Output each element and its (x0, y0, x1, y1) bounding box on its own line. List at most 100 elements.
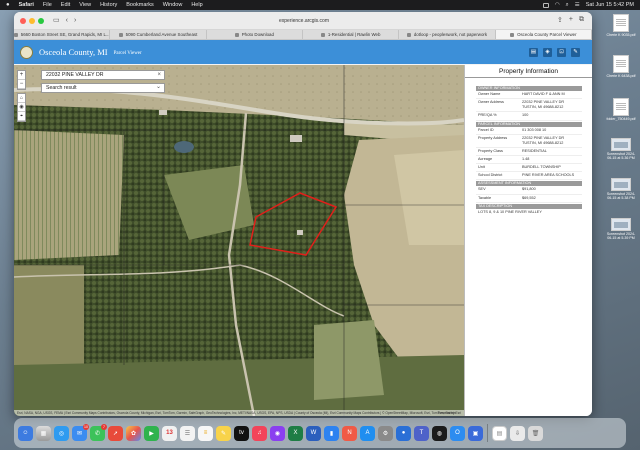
address-bar[interactable]: experience.arcgis.com (234, 16, 374, 26)
field-value: TUSTIN, MI 49688-8212 (522, 140, 564, 145)
search-result-dropdown[interactable]: Search result ⌄ (41, 83, 165, 93)
system-settings-icon[interactable]: ⚙ (378, 425, 393, 441)
outlook-icon[interactable]: O (450, 425, 465, 441)
screenshot-file-icon (611, 138, 631, 151)
clear-search-icon[interactable]: × (157, 71, 161, 80)
facetime-icon[interactable]: ▶ (144, 425, 159, 441)
news-icon[interactable]: N (342, 425, 357, 441)
menu-view[interactable]: View (79, 2, 91, 8)
screenshot-file-icon (611, 218, 631, 231)
calendar-icon[interactable]: 13 (162, 425, 177, 441)
sidebar-toggle-icon[interactable]: ▭ (53, 17, 60, 24)
excel-icon[interactable]: X (288, 425, 303, 441)
desktop-file-screenshot[interactable]: Screenshot 2024-06-15 at 5.36 PM (606, 138, 636, 160)
info-row-school-district: School District PINE RIVER AREA SCHOOLS (476, 172, 582, 181)
tab-overview-icon[interactable]: ⧉ (579, 16, 584, 24)
menu-help[interactable]: Help (191, 2, 202, 8)
back-icon[interactable]: ‹ (66, 17, 68, 24)
field-value: TUSTIN, MI 49688-8212 (522, 105, 564, 110)
zoom-app-icon[interactable]: ◍ (432, 425, 447, 441)
desktop-file-screenshot[interactable]: Screenshot 2024-06-15 at 5.39 PM (606, 218, 636, 240)
maps-icon[interactable]: ➚ (108, 425, 123, 441)
desktop-file-pdf[interactable]: Cherie K 6438.pdf (606, 55, 636, 78)
desktop-file-label: folder_750449.pdf (606, 117, 636, 121)
photos-icon[interactable]: ✿ (126, 425, 141, 441)
trash-icon[interactable]: 🗑 (528, 425, 543, 441)
menu-file[interactable]: File (43, 2, 52, 8)
wifi-icon[interactable]: ◠ (555, 2, 560, 8)
field-value: 1.48 (522, 157, 530, 161)
menu-bookmarks[interactable]: Bookmarks (126, 2, 154, 8)
tab-active[interactable]: Osceola County Parcel Viewer (495, 30, 592, 39)
app-subtitle: Parcel Viewer (113, 50, 142, 56)
teams-icon[interactable]: T (414, 425, 429, 441)
tab[interactable]: 1-Residential | Rawlin Web (303, 30, 400, 39)
powered-by-esri[interactable]: Powered by Esri (438, 410, 461, 416)
launchpad-icon[interactable]: ▦ (36, 425, 51, 441)
contacts-icon[interactable]: ☰ (180, 425, 195, 441)
zoom-window-button[interactable] (38, 17, 44, 24)
apple-menu-icon[interactable]: ● (6, 2, 10, 8)
print-icon[interactable]: ▤ (529, 47, 538, 57)
desktop-file-pdf[interactable]: folder_750449.pdf (606, 98, 636, 121)
tab-favicon-icon (510, 32, 515, 37)
music-icon[interactable]: ♫ (252, 425, 267, 441)
tab-favicon-icon (14, 32, 18, 37)
menu-window[interactable]: Window (163, 2, 183, 8)
new-tab-icon[interactable]: + (569, 16, 573, 24)
menu-edit[interactable]: Edit (61, 2, 70, 8)
reminders-icon[interactable]: ≡ (198, 425, 213, 441)
app-title: Osceola County, MI (39, 47, 108, 57)
forward-icon[interactable]: › (74, 17, 76, 24)
desktop-file-screenshot[interactable]: Screenshot 2024-06-15 at 5.38 PM (606, 178, 636, 200)
notes-icon[interactable]: ✎ (216, 425, 231, 441)
mail-badge: 10 (83, 423, 89, 430)
close-window-button[interactable] (20, 17, 26, 24)
share-icon[interactable]: ⇪ (557, 16, 563, 24)
tab[interactable]: 5090 Cumberland Avenue Southeast (110, 30, 207, 39)
menu-bar: ● Safari File Edit View History Bookmark… (0, 0, 640, 10)
minimize-window-button[interactable] (29, 17, 35, 24)
info-row-parcel-id: Parcel ID 01 303 008 10 (476, 127, 582, 135)
chrome-icon[interactable]: ● (396, 425, 411, 441)
field-value: BURDELL TOWNSHIP (522, 165, 561, 170)
zoom-out-button[interactable]: − (18, 80, 25, 89)
locate-icon[interactable]: ◉ (18, 103, 25, 112)
safari-icon[interactable]: ◎ (54, 425, 69, 441)
podcasts-icon[interactable]: ◉ (270, 425, 285, 441)
app-store-icon[interactable]: A (360, 425, 375, 441)
pdf-file-icon (613, 98, 629, 116)
search-result-label: Search result (46, 85, 77, 91)
pdf-file-icon (613, 55, 629, 73)
finder-icon[interactable]: ☺ (18, 425, 33, 441)
document-stack-icon[interactable]: ▤ (492, 425, 507, 441)
map-view[interactable]: + − ⌂ ◉ ⌖ 22032 PINE VALLEY DR × Search … (14, 65, 464, 416)
search-icon[interactable]: ⌕ (566, 2, 569, 9)
battery-icon[interactable] (542, 2, 549, 8)
edit-icon[interactable]: ✎ (571, 47, 580, 57)
numbers-icon[interactable]: ▮ (324, 425, 339, 441)
menu-history[interactable]: History (100, 2, 117, 8)
search-input[interactable]: 22032 PINE VALLEY DR × (41, 70, 165, 80)
messages-icon[interactable]: ✆ 7 (90, 423, 107, 441)
layers-icon[interactable]: ◈ (543, 47, 552, 57)
zoom-in-button[interactable]: + (18, 71, 25, 80)
word-icon[interactable]: W (306, 425, 321, 441)
home-icon[interactable]: ⌂ (18, 94, 25, 103)
desktop-file-label: Screenshot 2024-06-15 at 5.39 PM (606, 232, 636, 241)
measure-icon[interactable]: ⊡ (557, 47, 566, 57)
downloads-folder-icon[interactable]: ⇩ (510, 425, 525, 441)
desktop-file-pdf[interactable]: Cherie K 9035.pdf (606, 14, 636, 37)
tab[interactable]: dotloop - peopleswork, not paperwork (399, 30, 496, 39)
tab[interactable]: 5660 Boston Street SE, Grand Rapids, MI … (14, 30, 111, 39)
compass-icon[interactable]: ⌖ (18, 112, 25, 121)
info-row-owner-name: Owner Name HART DAVID F & ANN M (476, 91, 582, 100)
menu-clock[interactable]: Sat Jun 15 5:42 PM (586, 2, 634, 8)
tab[interactable]: Photo Download (207, 30, 303, 39)
desktop-file-label: Screenshot 2024-06-15 at 5.36 PM (606, 152, 636, 161)
apple-tv-icon[interactable]: tv (234, 425, 249, 441)
mail-icon[interactable]: ✉ 10 (72, 423, 89, 441)
control-center-icon[interactable]: ☰ (575, 2, 580, 8)
menu-app-name[interactable]: Safari (19, 2, 34, 8)
preview-icon[interactable]: ▣ (468, 425, 483, 441)
